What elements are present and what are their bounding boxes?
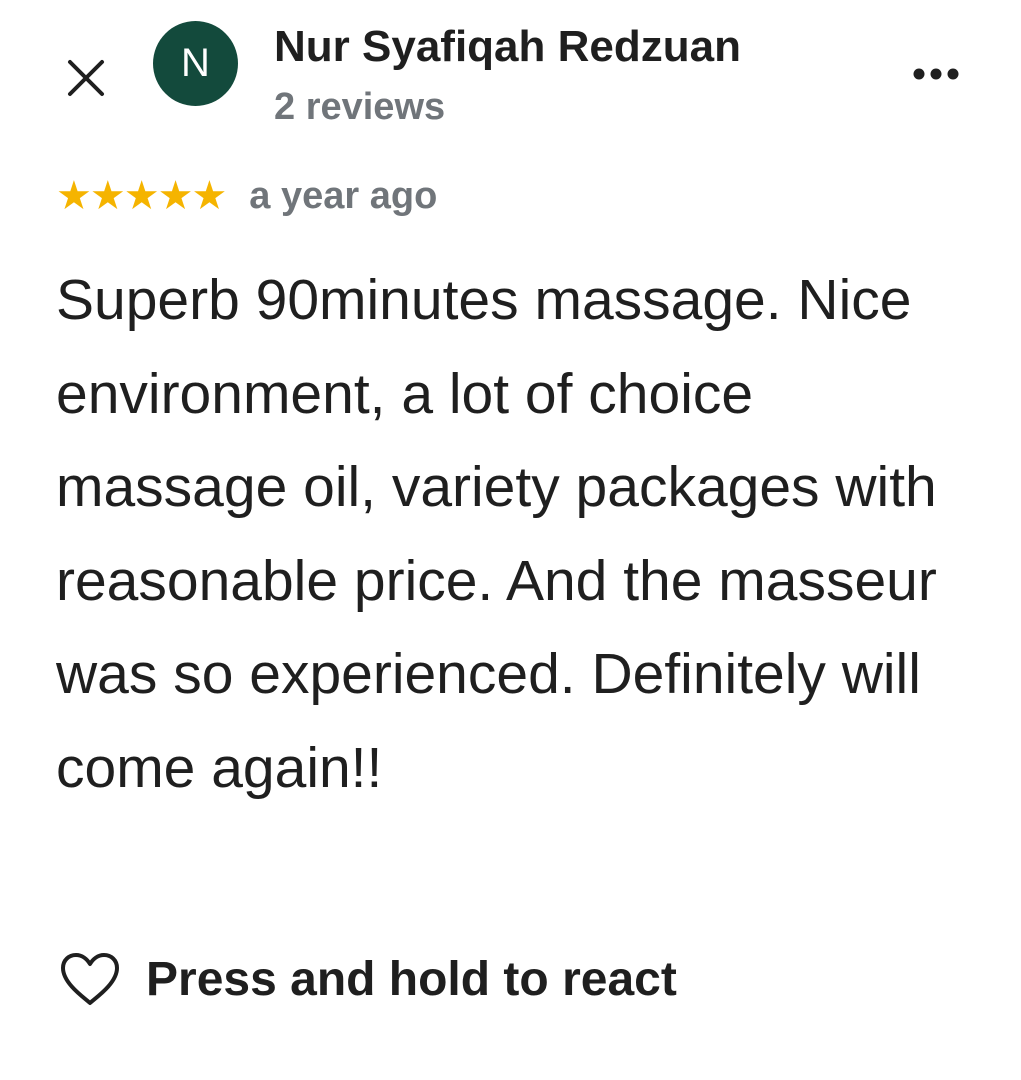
more-horizontal-icon — [913, 68, 959, 80]
star-icon: ★ — [123, 174, 160, 218]
more-options-button[interactable] — [906, 52, 966, 96]
star-icon: ★ — [157, 174, 194, 218]
star-icon: ★ — [191, 174, 227, 218]
react-label: Press and hold to react — [146, 952, 677, 1006]
close-icon — [68, 60, 104, 96]
react-button[interactable]: Press and hold to react — [56, 944, 677, 1014]
heart-outline-icon — [56, 945, 124, 1013]
review-card: N Nur Syafiqah Redzuan 2 reviews ★ ★ ★ ★… — [0, 0, 1021, 1080]
avatar-initial: N — [181, 41, 210, 85]
reviewer-name[interactable]: Nur Syafiqah Redzuan — [274, 22, 741, 72]
rating-row: ★ ★ ★ ★ ★ a year ago — [56, 170, 437, 222]
review-time: a year ago — [249, 174, 438, 217]
star-icon: ★ — [89, 174, 126, 218]
review-count[interactable]: 2 reviews — [274, 86, 445, 129]
review-text: Superb 90minutes massage. Nice environme… — [56, 268, 937, 800]
star-icon: ★ — [56, 174, 92, 218]
close-button[interactable] — [60, 52, 112, 104]
avatar[interactable]: N — [153, 21, 238, 106]
star-rating: ★ ★ ★ ★ ★ — [56, 174, 227, 218]
